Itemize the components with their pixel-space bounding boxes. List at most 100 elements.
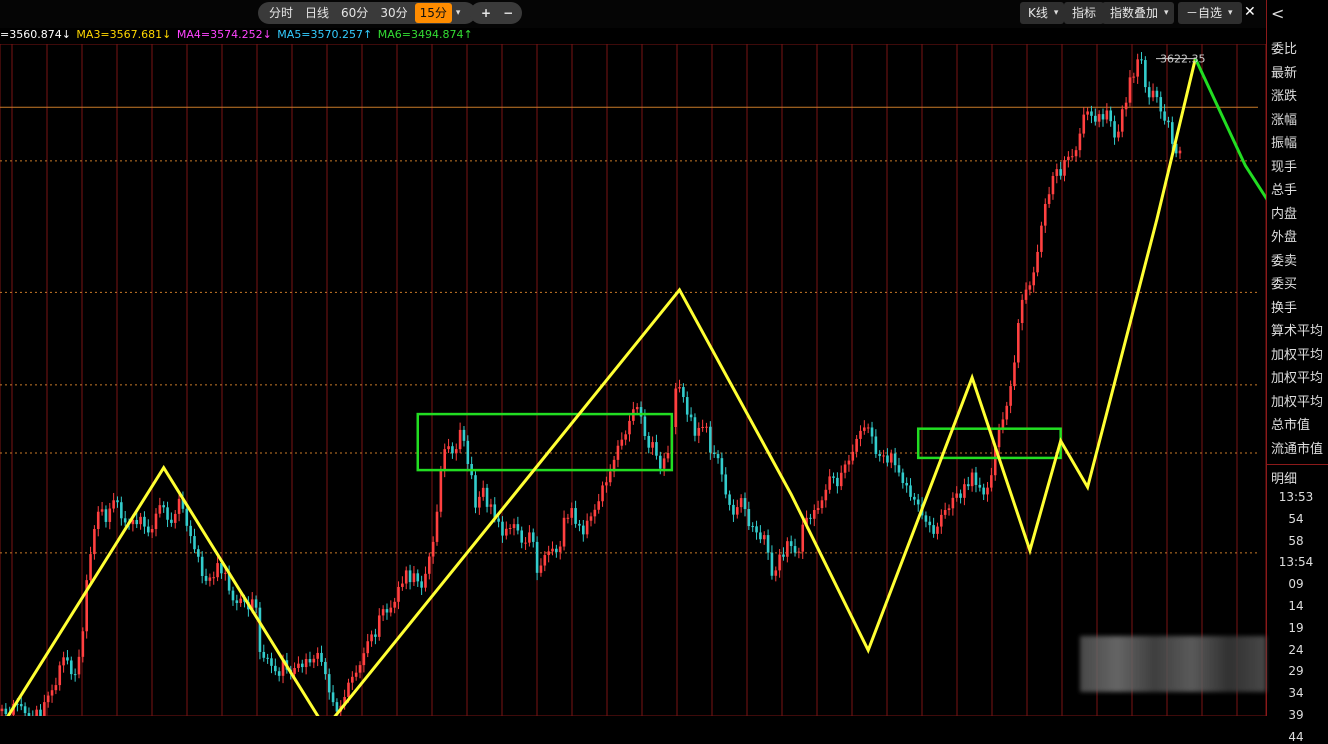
period-tab-intraday[interactable]: 分时 — [264, 3, 298, 23]
candle-body — [135, 520, 139, 525]
tick-time: 19 — [1288, 620, 1304, 635]
candle-body — [270, 658, 273, 666]
indicator-button[interactable]: 指标 — [1070, 3, 1098, 23]
quote-caption-item: 涨跌 — [1271, 89, 1298, 104]
candle-body — [351, 676, 354, 683]
overlay-dropdown-icon[interactable]: ▾ — [1164, 8, 1169, 18]
quote-caption-item: 加权平均 — [1271, 394, 1324, 410]
zoom-in-button[interactable]: + — [476, 3, 496, 23]
high-price-label: 3622.35 — [1160, 53, 1206, 66]
candle-body — [116, 500, 119, 503]
candle-body — [855, 438, 858, 452]
candle-body — [1090, 111, 1093, 116]
candle-body — [1178, 150, 1182, 154]
tick-time: 29 — [1288, 664, 1304, 679]
tick-time: 39 — [1288, 708, 1304, 722]
candle-body — [1009, 386, 1012, 406]
consolidation-boxes — [416, 412, 1062, 472]
candle-body — [404, 570, 408, 584]
period-tab-daily[interactable]: 日线 — [300, 3, 334, 23]
candle-body — [43, 702, 46, 716]
candle-body — [416, 573, 420, 582]
ma-legend-ma6: MA6=3494.874↑ — [377, 28, 473, 41]
candle-body — [104, 509, 108, 522]
candle-body — [593, 509, 597, 517]
candle-body — [886, 455, 889, 463]
collapse-panel-icon[interactable]: ✕ — [1244, 4, 1258, 22]
candle-body — [19, 704, 23, 707]
period-dropdown-icon[interactable]: ▾ — [456, 8, 461, 18]
quote-caption-item: 涨幅 — [1271, 112, 1298, 128]
candle-body — [682, 387, 685, 398]
candle-body — [212, 577, 216, 579]
candle-body — [189, 525, 192, 537]
candle-body — [1136, 59, 1139, 77]
quote-caption-item: 算术平均 — [1271, 324, 1324, 339]
candle-body — [197, 549, 200, 557]
back-arrow-icon[interactable]: < — [1271, 4, 1284, 23]
candle-body — [93, 529, 96, 555]
candle-body — [308, 659, 312, 663]
candle-body — [412, 573, 416, 583]
tick-time: 54 — [1288, 511, 1304, 526]
candle-body — [108, 508, 112, 522]
candle-body — [943, 510, 947, 515]
quote-caption-item: 现手 — [1271, 159, 1298, 175]
candle-body — [401, 583, 404, 587]
candle-body — [274, 665, 277, 672]
candle-body — [635, 407, 639, 410]
candle-body — [955, 493, 959, 498]
candle-body — [793, 546, 797, 553]
watchlist-button[interactable]: －自选 — [1184, 3, 1224, 23]
candle-body — [489, 504, 493, 507]
candle-body — [497, 518, 500, 522]
ticks-header: 明细 — [1271, 472, 1298, 487]
price-levels — [0, 106, 1258, 554]
candle-body — [878, 454, 882, 456]
candle-body — [439, 469, 443, 512]
candle-body — [932, 525, 935, 534]
candle-body — [96, 511, 100, 530]
candle-body — [1171, 122, 1174, 144]
candle-body — [658, 455, 662, 469]
quote-caption-item: 最新 — [1271, 65, 1298, 81]
period-tab-15min[interactable]: 15分 — [414, 3, 452, 23]
candle-body — [366, 641, 370, 654]
index-overlay-button[interactable]: 指数叠加 — [1108, 3, 1160, 23]
candle-body — [300, 663, 304, 668]
kline-dropdown-icon[interactable]: ▾ — [1054, 8, 1059, 18]
candle-body — [585, 520, 589, 535]
candle-body — [759, 532, 762, 540]
candle-body — [570, 508, 574, 518]
candle-body — [1140, 59, 1143, 61]
candle-body — [905, 482, 908, 486]
candle-body — [601, 485, 604, 502]
zoom-out-button[interactable]: − — [498, 3, 518, 23]
candle-body — [562, 517, 566, 547]
candle-body — [574, 508, 577, 524]
candle-body — [797, 551, 801, 553]
candle-body — [208, 577, 212, 581]
candle-body — [462, 429, 466, 441]
candle-body — [662, 458, 666, 469]
candle-body — [762, 535, 766, 540]
candle-body — [23, 706, 27, 714]
candle-body — [320, 652, 323, 662]
candle-body — [1017, 323, 1020, 363]
candle-body — [0, 708, 4, 712]
candle-body — [362, 653, 366, 666]
candle-body — [720, 458, 724, 475]
kline-button[interactable]: K线 — [1026, 3, 1050, 23]
candle-body — [451, 446, 454, 454]
watchlist-dropdown-icon[interactable]: ▾ — [1228, 8, 1233, 18]
kline-menu: K线 ▾ — [1020, 2, 1064, 24]
candle-body — [120, 502, 123, 519]
candle-body — [951, 497, 955, 509]
candle-body — [1109, 110, 1113, 122]
candle-body — [859, 430, 862, 439]
candle-body — [851, 451, 855, 461]
price-chart[interactable]: 3622.35 — [0, 44, 1266, 716]
period-tab-60min[interactable]: 60分 — [336, 3, 373, 23]
candle-body — [520, 530, 524, 543]
period-tab-30min[interactable]: 30分 — [375, 3, 412, 23]
